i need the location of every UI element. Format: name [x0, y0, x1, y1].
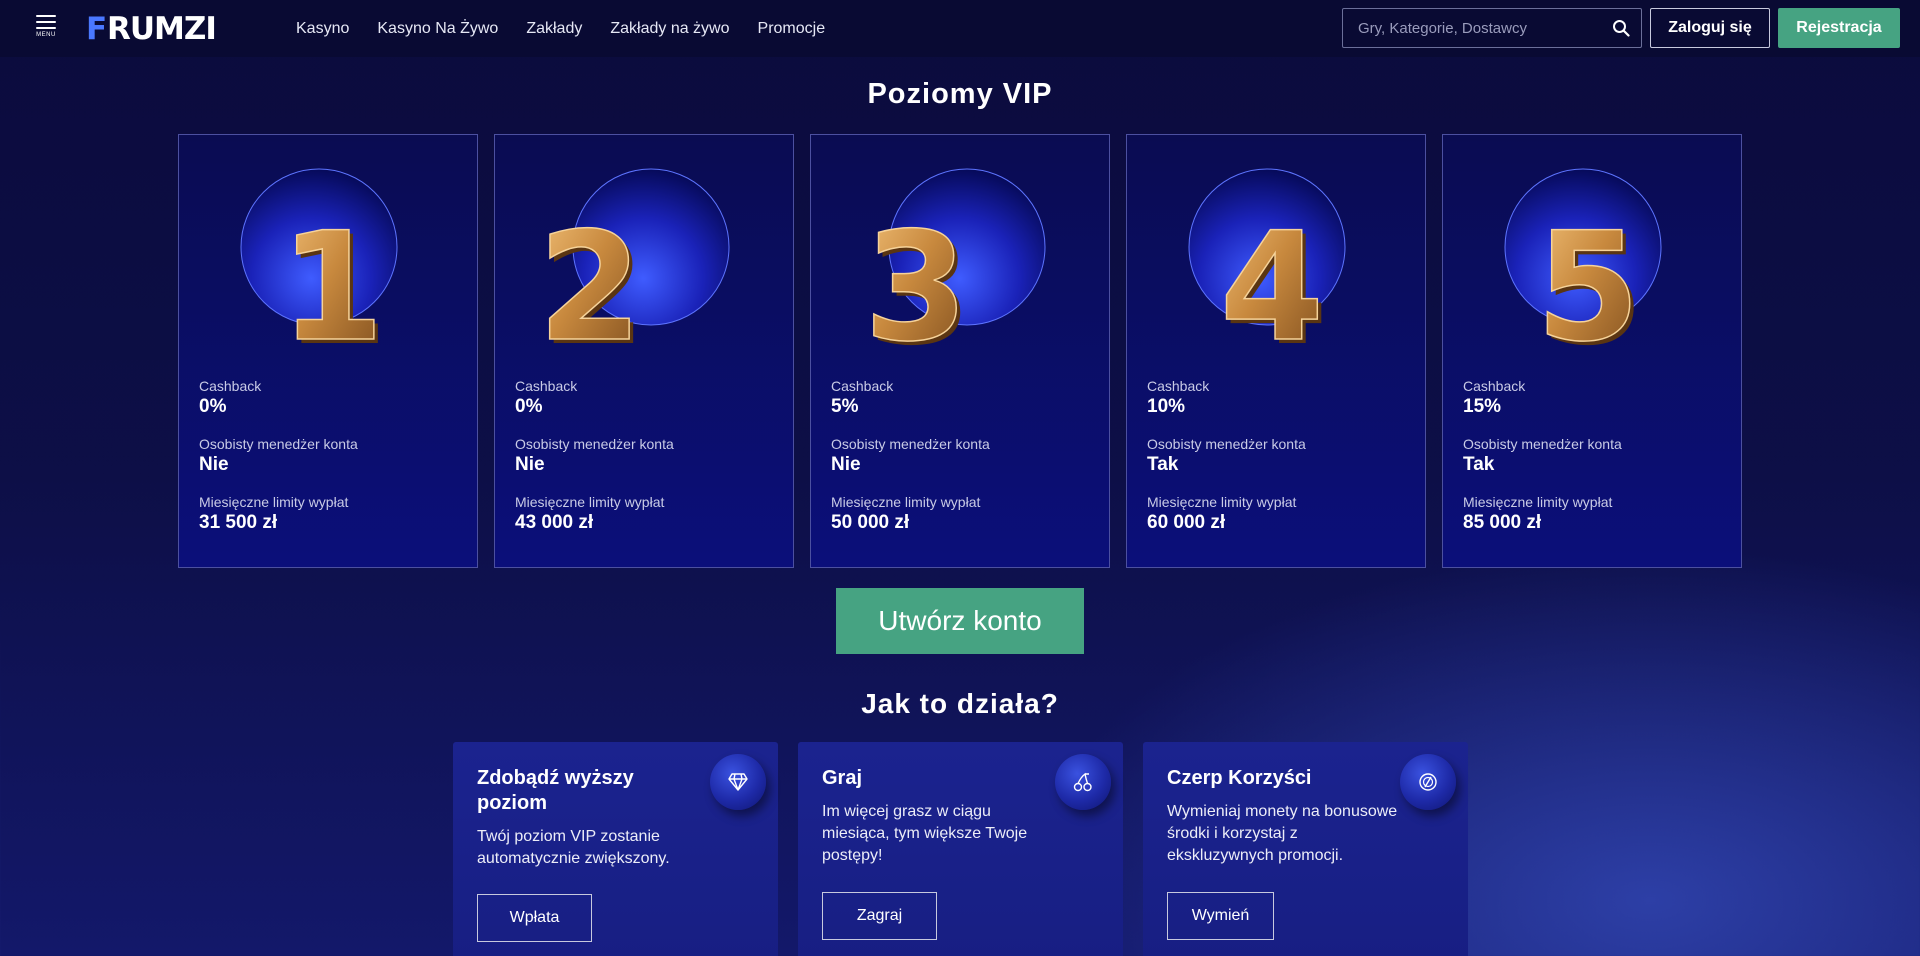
limits-label: Miesięczne limity wypłat: [831, 494, 981, 510]
deposit-button[interactable]: Wpłata: [477, 894, 592, 942]
nav-item-kasyno[interactable]: Kasyno: [296, 20, 349, 38]
vip-levels-list: 11 Cashback 0% Osobisty menedżer konta N…: [178, 134, 1742, 568]
limits-value: 50 000 zł: [831, 512, 910, 533]
limits-value: 60 000 zł: [1147, 512, 1226, 533]
hamburger-icon-bar: [36, 27, 56, 29]
svg-text:F: F: [86, 12, 106, 42]
manager-label: Osobisty menedżer konta: [515, 436, 674, 452]
vip-level-number: 1: [280, 201, 384, 355]
search-box: [1342, 8, 1642, 48]
manager-value: Nie: [831, 454, 861, 475]
cashback-value: 10%: [1147, 396, 1186, 417]
menu-label: MENU: [36, 32, 56, 38]
manager-label: Osobisty menedżer konta: [1147, 436, 1306, 452]
cashback-label: Cashback: [515, 378, 578, 394]
cashback-label: Cashback: [199, 378, 262, 394]
hamburger-icon-bar: [36, 21, 56, 23]
cashback-label: Cashback: [1147, 378, 1210, 394]
limits-label: Miesięczne limity wypłat: [199, 494, 349, 510]
level-2-badge-icon: 22: [537, 168, 730, 355]
create-account-button[interactable]: Utwórz konto: [836, 588, 1084, 654]
step-card-level-up: Zdobądź wyższy poziom Twój poziom VIP zo…: [453, 742, 778, 956]
how-it-works-title: Jak to działa?: [861, 688, 1059, 719]
limits-label: Miesięczne limity wypłat: [515, 494, 665, 510]
step-title: Zdobądź wyższy poziom: [477, 767, 634, 814]
cashback-value: 5%: [831, 396, 859, 417]
cashback-label: Cashback: [831, 378, 894, 394]
step-text: Twój poziom VIP zostanie automatycznie z…: [477, 828, 670, 867]
nav-item-promocje[interactable]: Promocje: [758, 20, 826, 38]
menu-button[interactable]: MENU: [30, 15, 62, 41]
vip-levels-title: Poziomy VIP: [867, 78, 1053, 110]
login-button[interactable]: Zaloguj się: [1650, 8, 1770, 48]
limits-label: Miesięczne limity wypłat: [1463, 494, 1613, 510]
cherry-icon: [1055, 754, 1111, 810]
step-title: Czerp Korzyści: [1167, 767, 1312, 789]
vip-level-number: 2: [538, 201, 642, 355]
vip-level-card: 33 Cashback 5% Osobisty menedżer konta N…: [810, 134, 1110, 568]
step-text: Wymieniaj monety na bonusowe środki i ko…: [1167, 803, 1398, 864]
register-button[interactable]: Rejestracja: [1778, 8, 1900, 48]
manager-value: Nie: [199, 454, 229, 475]
manager-label: Osobisty menedżer konta: [199, 436, 358, 452]
manager-value: Nie: [515, 454, 545, 475]
manager-value: Tak: [1463, 454, 1495, 475]
search-input[interactable]: [1343, 9, 1601, 47]
level-5-badge-icon: 55: [1504, 168, 1662, 355]
nav-item-kasyno-na-zywo[interactable]: Kasyno Na Żywo: [377, 20, 498, 38]
step-card-benefits: Czerp Korzyści Wymieniaj monety na bonus…: [1143, 742, 1468, 956]
hamburger-icon: [36, 15, 56, 17]
limits-value: 31 500 zł: [199, 512, 278, 533]
vip-level-number: 5: [1536, 201, 1640, 355]
manager-label: Osobisty menedżer konta: [1463, 436, 1622, 452]
cashback-label: Cashback: [1463, 378, 1526, 394]
top-header: MENU F RUMZI Kasyno Kasyno Na Żywo Zakła…: [0, 0, 1920, 57]
vip-level-card: 22 Cashback 0% Osobisty menedżer konta N…: [494, 134, 794, 568]
level-4-badge-icon: 44: [1188, 168, 1346, 355]
nav-item-zaklady-na-zywo[interactable]: Zakłady na żywo: [610, 20, 729, 38]
limits-label: Miesięczne limity wypłat: [1147, 494, 1297, 510]
vip-level-number: 3: [864, 201, 968, 355]
play-button[interactable]: Zagraj: [822, 892, 937, 940]
search-icon[interactable]: [1601, 9, 1641, 47]
manager-label: Osobisty menedżer konta: [831, 436, 990, 452]
diamond-icon: [710, 754, 766, 810]
vip-level-card: 55 Cashback 15% Osobisty menedżer konta …: [1442, 134, 1742, 568]
cashback-value: 0%: [199, 396, 227, 417]
logo[interactable]: F RUMZI: [86, 11, 266, 47]
step-text: Im więcej grasz w ciągu miesiąca, tym wi…: [822, 803, 1028, 864]
nav-item-zaklady[interactable]: Zakłady: [526, 20, 582, 38]
main-nav: Kasyno Kasyno Na Żywo Zakłady Zakłady na…: [296, 0, 853, 57]
vip-level-card: 11 Cashback 0% Osobisty menedżer konta N…: [178, 134, 478, 568]
limits-value: 85 000 zł: [1463, 512, 1542, 533]
limits-value: 43 000 zł: [515, 512, 594, 533]
exchange-button[interactable]: Wymień: [1167, 892, 1274, 940]
vip-level-number: 4: [1220, 201, 1324, 355]
cashback-value: 15%: [1463, 396, 1502, 417]
vip-level-card: 44 Cashback 10% Osobisty menedżer konta …: [1126, 134, 1426, 568]
cashback-value: 0%: [515, 396, 543, 417]
level-3-badge-icon: 33: [863, 168, 1046, 355]
coin-icon: [1400, 754, 1456, 810]
level-1-badge-icon: 11: [240, 168, 398, 355]
svg-text:RUMZI: RUMZI: [107, 12, 216, 42]
manager-value: Tak: [1147, 454, 1179, 475]
logo-image: F RUMZI: [86, 11, 217, 47]
step-title: Graj: [822, 767, 863, 789]
step-card-play: Graj Im więcej grasz w ciągu miesiąca, t…: [798, 742, 1123, 956]
